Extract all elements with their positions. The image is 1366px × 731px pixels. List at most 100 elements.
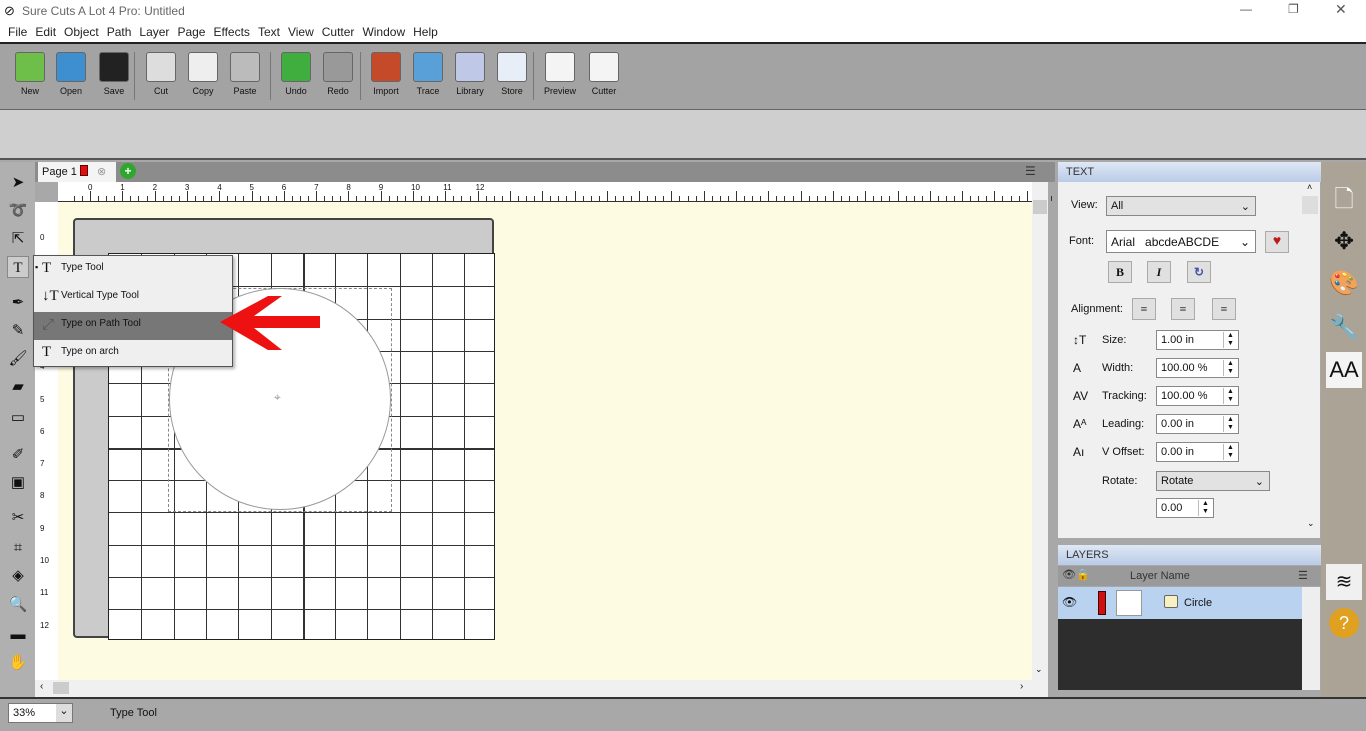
text-panel-icon[interactable]: AA	[1326, 352, 1362, 388]
bold-button[interactable]: B	[1108, 261, 1132, 283]
layers-menu-icon[interactable]: ☰	[1298, 569, 1308, 582]
font-dropdown[interactable]: Arial abcdeABCDE ⌄	[1106, 230, 1256, 253]
layer-color-swatch[interactable]	[1098, 591, 1106, 615]
scroll-up-icon[interactable]: ˄	[1307, 182, 1312, 192]
cutter-button[interactable]: Cutter	[584, 52, 624, 96]
trace-button[interactable]: Trace	[408, 52, 448, 96]
reset-rotate-icon[interactable]: ↻	[1187, 261, 1211, 283]
minimize-button[interactable]: —	[1240, 2, 1252, 16]
select-arrow-icon[interactable]: ➤	[7, 172, 29, 194]
paste-button[interactable]: Paste	[225, 52, 265, 96]
import-button[interactable]: Import	[366, 52, 406, 96]
document-panel-icon[interactable]: 🗋	[1326, 182, 1362, 218]
pen-icon[interactable]: ✒	[7, 292, 29, 314]
eyedropper-icon[interactable]: ✐	[7, 444, 29, 466]
rotate-mode-dropdown[interactable]: Rotate ⌄	[1156, 471, 1270, 491]
knife-icon[interactable]: ✂	[7, 507, 29, 529]
tab-page-1[interactable]: Page 1 ⊗	[38, 162, 116, 182]
menu-text[interactable]: Text	[250, 22, 280, 39]
align-center-button[interactable]: ≡	[1171, 298, 1195, 320]
close-button[interactable]: ✕	[1335, 1, 1347, 18]
menu-view[interactable]: View	[280, 22, 314, 39]
menu-cutter[interactable]: Cutter	[314, 22, 355, 39]
eraser-icon[interactable]: ▰	[7, 376, 29, 398]
menu-item-vertical-type-tool[interactable]: ↓T Vertical Type Tool	[34, 284, 232, 312]
new-button[interactable]: New	[10, 52, 50, 96]
width-spinner[interactable]: ▲ ▼	[1223, 360, 1237, 376]
wrench-icon[interactable]: 🔧	[1326, 310, 1362, 346]
tracking-spinner[interactable]: ▲ ▼	[1223, 388, 1237, 404]
layers-panel-icon[interactable]: ≋	[1326, 564, 1362, 600]
lasso-icon[interactable]: ➰	[7, 200, 29, 222]
scroll-down-icon[interactable]: ⌄	[1307, 518, 1315, 529]
menu-layer[interactable]: Layer	[131, 22, 169, 39]
leading-input[interactable]: 0.00 in ▲ ▼	[1156, 414, 1239, 434]
visibility-eye-icon[interactable]: 👁	[1062, 568, 1076, 581]
menu-page[interactable]: Page	[169, 22, 205, 39]
rectangle-icon[interactable]: ▭	[7, 407, 29, 429]
gradient-icon[interactable]: ▣	[7, 472, 29, 494]
view-dropdown[interactable]: All ⌄	[1106, 196, 1256, 216]
lock-icon[interactable]: 🔒	[1076, 568, 1090, 581]
open-button[interactable]: Open	[51, 52, 91, 96]
voffset-input[interactable]: 0.00 in ▲ ▼	[1156, 442, 1239, 462]
add-page-button[interactable]: +	[120, 163, 136, 179]
scroll-down-icon[interactable]: ⌄	[1035, 664, 1043, 675]
menu-item-type-on-arch[interactable]: T Type on arch	[34, 340, 232, 368]
menu-window[interactable]: Window	[354, 22, 405, 39]
text-panel-scrollbar[interactable]	[1302, 196, 1318, 214]
italic-button[interactable]: I	[1147, 261, 1171, 283]
contour-icon[interactable]: ◈	[7, 565, 29, 587]
redo-button[interactable]: Redo	[318, 52, 358, 96]
color-palette-icon[interactable]: 🎨	[1326, 266, 1362, 302]
size-spinner[interactable]: ▲ ▼	[1223, 332, 1237, 348]
menu-path[interactable]: Path	[99, 22, 132, 39]
leading-spinner[interactable]: ▲ ▼	[1223, 416, 1237, 432]
help-icon[interactable]: ?	[1329, 608, 1359, 638]
menu-object[interactable]: Object	[56, 22, 99, 39]
node-select-icon[interactable]: ⇱	[7, 228, 29, 250]
scroll-right-icon[interactable]: ›	[1020, 681, 1023, 692]
horizontal-scrollbar[interactable]: ‹ ›	[35, 680, 1048, 697]
type-tool-icon[interactable]: T	[7, 256, 29, 278]
restore-button[interactable]: ❐	[1288, 2, 1299, 16]
alignment-label: Alignment:	[1071, 303, 1123, 315]
visibility-eye-icon[interactable]: 👁	[1062, 595, 1077, 609]
voffset-spinner[interactable]: ▲ ▼	[1223, 444, 1237, 460]
rotate-value-input[interactable]: 0.00 ▲ ▼	[1156, 498, 1214, 518]
store-button[interactable]: Store	[492, 52, 532, 96]
align-right-button[interactable]: ≡	[1212, 298, 1236, 320]
align-left-button[interactable]: ≡	[1132, 298, 1156, 320]
menu-edit[interactable]: Edit	[27, 22, 56, 39]
preview-button[interactable]: Preview	[540, 52, 580, 96]
vertical-scrollbar[interactable]: ⌄	[1032, 182, 1048, 680]
size-input[interactable]: 1.00 in ▲ ▼	[1156, 330, 1239, 350]
undo-button[interactable]: Undo	[276, 52, 316, 96]
transform-icon[interactable]: ⌗	[7, 537, 29, 559]
menu-item-type-tool[interactable]: ▪ T Type Tool	[34, 256, 232, 284]
width-input[interactable]: 100.00 % ▲ ▼	[1156, 358, 1239, 378]
layer-row[interactable]: 👁 Circle	[1058, 587, 1302, 619]
save-button[interactable]: Save	[94, 52, 134, 96]
move-panel-icon[interactable]: ✥	[1326, 224, 1362, 260]
pencil-icon[interactable]: ✎	[7, 320, 29, 342]
tab-menu-icon[interactable]: ☰	[1025, 164, 1036, 178]
ruler-icon[interactable]: ▬	[7, 624, 29, 646]
hand-icon[interactable]: ✋	[7, 652, 29, 674]
layers-scrollbar[interactable]	[1302, 587, 1320, 690]
favorite-font-button[interactable]: ♥	[1265, 231, 1289, 253]
brush-icon[interactable]: 🖌	[7, 348, 29, 370]
zoom-icon[interactable]: 🔍	[7, 594, 29, 616]
copy-button[interactable]: Copy	[183, 52, 223, 96]
cut-button[interactable]: Cut	[141, 52, 181, 96]
menu-file[interactable]: File	[0, 22, 27, 39]
menu-help[interactable]: Help	[405, 22, 438, 39]
menu-item-type-on-path-tool[interactable]: ⤢ Type on Path Tool	[34, 312, 232, 340]
menu-effects[interactable]: Effects	[205, 22, 249, 39]
tracking-input[interactable]: 100.00 % ▲ ▼	[1156, 386, 1239, 406]
library-button[interactable]: Library	[450, 52, 490, 96]
scroll-left-icon[interactable]: ‹	[40, 681, 43, 692]
page-color-swatch[interactable]	[79, 165, 88, 176]
close-page-icon[interactable]: ⊗	[97, 166, 106, 178]
zoom-dropdown[interactable]: 33% ⌄	[8, 703, 73, 723]
